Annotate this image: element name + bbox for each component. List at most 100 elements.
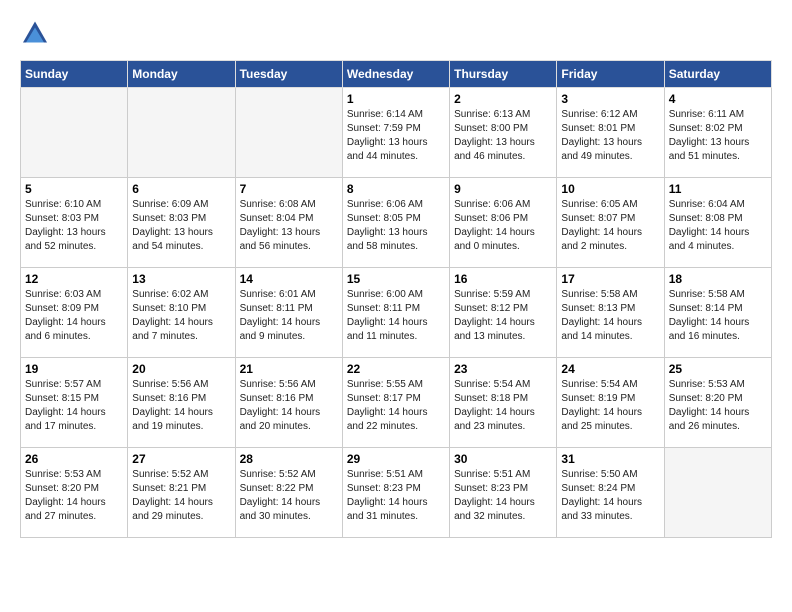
day-info: Sunrise: 6:04 AMSunset: 8:08 PMDaylight:… (669, 198, 767, 254)
day-number: 8 (347, 182, 445, 196)
day-number: 1 (347, 92, 445, 106)
calendar-cell: 23 Sunrise: 5:54 AMSunset: 8:18 PMDayligh… (450, 358, 557, 448)
calendar-cell: 28 Sunrise: 5:52 AMSunset: 8:22 PMDayligh… (235, 448, 342, 538)
day-info: Sunrise: 6:05 AMSunset: 8:07 PMDaylight:… (561, 198, 659, 254)
day-info: Sunrise: 5:51 AMSunset: 8:23 PMDaylight:… (454, 468, 552, 524)
day-info: Sunrise: 6:11 AMSunset: 8:02 PMDaylight:… (669, 108, 767, 164)
calendar-cell: 3Sunrise: 6:12 AMSunset: 8:01 PMDaylight… (557, 88, 664, 178)
day-number: 20 (132, 362, 230, 376)
day-number: 5 (25, 182, 123, 196)
calendar-cell: 5 Sunrise: 6:10 AMSunset: 8:03 PMDaylight… (21, 178, 128, 268)
day-info: Sunrise: 5:58 AMSunset: 8:13 PMDaylight:… (561, 288, 659, 344)
day-info: Sunrise: 5:59 AMSunset: 8:12 PMDaylight:… (454, 288, 552, 344)
day-number: 28 (240, 452, 338, 466)
weekday-header-friday: Friday (557, 61, 664, 88)
calendar-cell: 29 Sunrise: 5:51 AMSunset: 8:23 PMDayligh… (342, 448, 449, 538)
day-number: 24 (561, 362, 659, 376)
day-number: 19 (25, 362, 123, 376)
weekday-header-tuesday: Tuesday (235, 61, 342, 88)
day-number: 11 (669, 182, 767, 196)
day-info: Sunrise: 6:10 AMSunset: 8:03 PMDaylight:… (25, 198, 123, 254)
calendar-cell: 11 Sunrise: 6:04 AMSunset: 8:08 PMDayligh… (664, 178, 771, 268)
day-number: 9 (454, 182, 552, 196)
day-info: Sunrise: 5:52 AMSunset: 8:21 PMDaylight:… (132, 468, 230, 524)
calendar-cell: 30 Sunrise: 5:51 AMSunset: 8:23 PMDayligh… (450, 448, 557, 538)
calendar-week-3: 12 Sunrise: 6:03 AMSunset: 8:09 PMDayligh… (21, 268, 772, 358)
calendar-week-4: 19Sunrise: 5:57 AMSunset: 8:15 PMDayligh… (21, 358, 772, 448)
day-info: Sunrise: 5:51 AMSunset: 8:23 PMDaylight:… (347, 468, 445, 524)
day-info: Sunrise: 6:02 AMSunset: 8:10 PMDaylight:… (132, 288, 230, 344)
weekday-header-monday: Monday (128, 61, 235, 88)
calendar-cell: 13 Sunrise: 6:02 AMSunset: 8:10 PMDayligh… (128, 268, 235, 358)
day-info: Sunrise: 5:53 AMSunset: 8:20 PMDaylight:… (669, 378, 767, 434)
calendar-cell: 10 Sunrise: 6:05 AMSunset: 8:07 PMDayligh… (557, 178, 664, 268)
day-info: Sunrise: 5:54 AMSunset: 8:18 PMDaylight:… (454, 378, 552, 434)
day-number: 22 (347, 362, 445, 376)
calendar-cell (235, 88, 342, 178)
calendar-cell: 6 Sunrise: 6:09 AMSunset: 8:03 PMDaylight… (128, 178, 235, 268)
day-info: Sunrise: 6:06 AMSunset: 8:06 PMDaylight:… (454, 198, 552, 254)
day-number: 26 (25, 452, 123, 466)
calendar-cell: 31 Sunrise: 5:50 AMSunset: 8:24 PMDayligh… (557, 448, 664, 538)
calendar-cell: 26 Sunrise: 5:53 AMSunset: 8:20 PMDayligh… (21, 448, 128, 538)
day-info: Sunrise: 5:52 AMSunset: 8:22 PMDaylight:… (240, 468, 338, 524)
day-number: 31 (561, 452, 659, 466)
day-info: Sunrise: 6:03 AMSunset: 8:09 PMDaylight:… (25, 288, 123, 344)
day-number: 2 (454, 92, 552, 106)
calendar-cell: 2 Sunrise: 6:13 AMSunset: 8:00 PMDaylight… (450, 88, 557, 178)
page-header (20, 20, 772, 50)
day-number: 6 (132, 182, 230, 196)
day-number: 7 (240, 182, 338, 196)
calendar-cell: 17 Sunrise: 5:58 AMSunset: 8:13 PMDayligh… (557, 268, 664, 358)
calendar-table: SundayMondayTuesdayWednesdayThursdayFrid… (20, 60, 772, 538)
day-info: Sunrise: 6:13 AMSunset: 8:00 PMDaylight:… (454, 108, 552, 164)
calendar-cell: 14 Sunrise: 6:01 AMSunset: 8:11 PMDayligh… (235, 268, 342, 358)
day-number: 25 (669, 362, 767, 376)
calendar-cell: 19Sunrise: 5:57 AMSunset: 8:15 PMDayligh… (21, 358, 128, 448)
day-info: Sunrise: 6:01 AMSunset: 8:11 PMDaylight:… (240, 288, 338, 344)
calendar-cell: 4 Sunrise: 6:11 AMSunset: 8:02 PMDaylight… (664, 88, 771, 178)
calendar-cell (21, 88, 128, 178)
day-number: 15 (347, 272, 445, 286)
day-number: 10 (561, 182, 659, 196)
logo-icon (20, 20, 50, 50)
calendar-cell: 27Sunrise: 5:52 AMSunset: 8:21 PMDayligh… (128, 448, 235, 538)
day-number: 23 (454, 362, 552, 376)
calendar-cell (664, 448, 771, 538)
day-info: Sunrise: 5:50 AMSunset: 8:24 PMDaylight:… (561, 468, 659, 524)
calendar-cell: 20Sunrise: 5:56 AMSunset: 8:16 PMDayligh… (128, 358, 235, 448)
calendar-cell: 21Sunrise: 5:56 AMSunset: 8:16 PMDayligh… (235, 358, 342, 448)
day-number: 16 (454, 272, 552, 286)
calendar-cell: 8 Sunrise: 6:06 AMSunset: 8:05 PMDaylight… (342, 178, 449, 268)
day-info: Sunrise: 6:12 AMSunset: 8:01 PMDaylight:… (561, 108, 659, 164)
day-info: Sunrise: 5:54 AMSunset: 8:19 PMDaylight:… (561, 378, 659, 434)
day-number: 14 (240, 272, 338, 286)
day-info: Sunrise: 6:00 AMSunset: 8:11 PMDaylight:… (347, 288, 445, 344)
day-number: 12 (25, 272, 123, 286)
day-info: Sunrise: 6:08 AMSunset: 8:04 PMDaylight:… (240, 198, 338, 254)
day-number: 18 (669, 272, 767, 286)
calendar-cell (128, 88, 235, 178)
calendar-cell: 22Sunrise: 5:55 AMSunset: 8:17 PMDayligh… (342, 358, 449, 448)
weekday-header-saturday: Saturday (664, 61, 771, 88)
day-number: 30 (454, 452, 552, 466)
calendar-cell: 24 Sunrise: 5:54 AMSunset: 8:19 PMDayligh… (557, 358, 664, 448)
calendar-cell: 15 Sunrise: 6:00 AMSunset: 8:11 PMDayligh… (342, 268, 449, 358)
day-number: 29 (347, 452, 445, 466)
day-number: 21 (240, 362, 338, 376)
calendar-week-5: 26 Sunrise: 5:53 AMSunset: 8:20 PMDayligh… (21, 448, 772, 538)
weekday-header-sunday: Sunday (21, 61, 128, 88)
calendar-cell: 18 Sunrise: 5:58 AMSunset: 8:14 PMDayligh… (664, 268, 771, 358)
day-number: 17 (561, 272, 659, 286)
day-number: 4 (669, 92, 767, 106)
day-info: Sunrise: 5:53 AMSunset: 8:20 PMDaylight:… (25, 468, 123, 524)
calendar-cell: 12 Sunrise: 6:03 AMSunset: 8:09 PMDayligh… (21, 268, 128, 358)
day-info: Sunrise: 5:58 AMSunset: 8:14 PMDaylight:… (669, 288, 767, 344)
calendar-week-2: 5 Sunrise: 6:10 AMSunset: 8:03 PMDaylight… (21, 178, 772, 268)
weekday-header-wednesday: Wednesday (342, 61, 449, 88)
day-info: Sunrise: 6:06 AMSunset: 8:05 PMDaylight:… (347, 198, 445, 254)
day-info: Sunrise: 6:09 AMSunset: 8:03 PMDaylight:… (132, 198, 230, 254)
day-number: 13 (132, 272, 230, 286)
calendar-cell: 25 Sunrise: 5:53 AMSunset: 8:20 PMDayligh… (664, 358, 771, 448)
calendar-cell: 9 Sunrise: 6:06 AMSunset: 8:06 PMDaylight… (450, 178, 557, 268)
